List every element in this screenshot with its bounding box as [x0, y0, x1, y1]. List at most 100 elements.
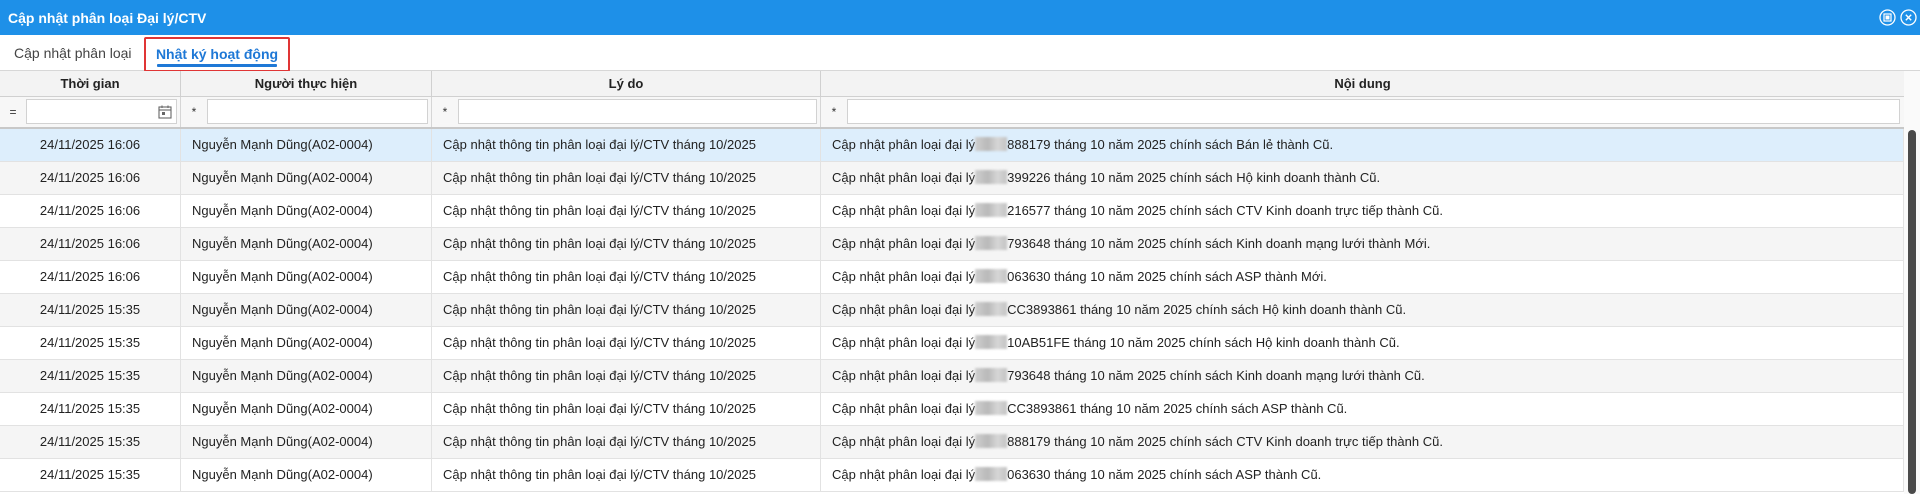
cell-reason: Cập nhật thông tin phân loại đại lý/CTV … — [432, 393, 821, 425]
tab-activity-log-label: Nhật ký hoạt động — [155, 46, 279, 62]
table-row[interactable]: 24/11/2025 15:35 Nguyễn Mạnh Dũng(A02-00… — [0, 360, 1904, 393]
cell-user: Nguyễn Mạnh Dũng(A02-0004) — [181, 327, 432, 359]
content-prefix: Cập nhật phân loại đại lý — [832, 269, 976, 284]
window-title: Cập nhật phân loại Đại lý/CTV — [8, 9, 207, 26]
cell-time: 24/11/2025 16:06 — [0, 195, 181, 227]
filter-operator-user[interactable]: * — [181, 97, 207, 127]
cell-content: Cập nhật phân loại đại lý 888179 tháng 10… — [821, 129, 1904, 161]
content-prefix: Cập nhật phân loại đại lý — [832, 401, 976, 416]
cell-reason: Cập nhật thông tin phân loại đại lý/CTV … — [432, 261, 821, 293]
cell-reason: Cập nhật thông tin phân loại đại lý/CTV … — [432, 360, 821, 392]
cell-content: Cập nhật phân loại đại lý 793648 tháng 10… — [821, 228, 1904, 260]
content-prefix: Cập nhật phân loại đại lý — [832, 203, 976, 218]
redacted-code — [975, 401, 1008, 415]
restore-window-icon[interactable] — [1879, 9, 1896, 26]
table-row[interactable]: 24/11/2025 15:35 Nguyễn Mạnh Dũng(A02-00… — [0, 426, 1904, 459]
table-row[interactable]: 24/11/2025 16:06 Nguyễn Mạnh Dũng(A02-00… — [0, 228, 1904, 261]
filter-input-user[interactable] — [207, 99, 428, 124]
cell-reason: Cập nhật thông tin phân loại đại lý/CTV … — [432, 426, 821, 458]
content-prefix: Cập nhật phân loại đại lý — [832, 137, 976, 152]
cell-reason: Cập nhật thông tin phân loại đại lý/CTV … — [432, 294, 821, 326]
redacted-code — [975, 170, 1008, 184]
filter-input-time[interactable] — [26, 99, 177, 124]
content-prefix: Cập nhật phân loại đại lý — [832, 170, 976, 185]
filter-input-content[interactable] — [847, 99, 1900, 124]
column-header-content[interactable]: Nội dung — [821, 71, 1904, 97]
table-row[interactable]: 24/11/2025 16:06 Nguyễn Mạnh Dũng(A02-00… — [0, 195, 1904, 228]
redacted-code — [975, 368, 1008, 382]
cell-user: Nguyễn Mạnh Dũng(A02-0004) — [181, 459, 432, 491]
close-icon[interactable] — [1900, 9, 1917, 26]
column-header-reason[interactable]: Lý do — [432, 71, 821, 97]
content-prefix: Cập nhật phân loại đại lý — [832, 302, 976, 317]
content-prefix: Cập nhật phân loại đại lý — [832, 434, 976, 449]
column-header-user[interactable]: Người thực hiện — [181, 71, 432, 97]
content-suffix: 888179 tháng 10 năm 2025 chính sách CTV … — [1007, 434, 1443, 449]
cell-user: Nguyễn Mạnh Dũng(A02-0004) — [181, 360, 432, 392]
table-row[interactable]: 24/11/2025 15:35 Nguyễn Mạnh Dũng(A02-00… — [0, 327, 1904, 360]
cell-content: Cập nhật phân loại đại lý CC3893861 tháng… — [821, 294, 1904, 326]
filter-input-reason[interactable] — [458, 99, 817, 124]
content-prefix: Cập nhật phân loại đại lý — [832, 335, 976, 350]
calendar-icon[interactable] — [158, 105, 172, 119]
cell-user: Nguyễn Mạnh Dũng(A02-0004) — [181, 129, 432, 161]
content-suffix: 793648 tháng 10 năm 2025 chính sách Kinh… — [1007, 236, 1431, 251]
tab-activity-log[interactable]: Nhật ký hoạt động — [144, 37, 290, 72]
cell-content: Cập nhật phân loại đại lý 888179 tháng 10… — [821, 426, 1904, 458]
grid-header: Thời gian Người thực hiện Lý do Nội dung — [0, 71, 1904, 97]
tab-update-classification[interactable]: Cập nhật phân loại — [14, 35, 132, 71]
content-suffix: 888179 tháng 10 năm 2025 chính sách Bán … — [1007, 137, 1334, 152]
cell-reason: Cập nhật thông tin phân loại đại lý/CTV … — [432, 195, 821, 227]
redacted-code — [975, 236, 1008, 250]
filter-cell-reason: * — [432, 97, 821, 127]
filter-cell-time: = — [0, 97, 181, 127]
cell-time: 24/11/2025 16:06 — [0, 162, 181, 194]
content-prefix: Cập nhật phân loại đại lý — [832, 236, 976, 251]
cell-time: 24/11/2025 15:35 — [0, 393, 181, 425]
cell-time: 24/11/2025 16:06 — [0, 129, 181, 161]
filter-operator-content[interactable]: * — [821, 97, 847, 127]
content-prefix: Cập nhật phân loại đại lý — [832, 467, 976, 482]
redacted-code — [975, 434, 1008, 448]
cell-time: 24/11/2025 15:35 — [0, 459, 181, 491]
cell-reason: Cập nhật thông tin phân loại đại lý/CTV … — [432, 459, 821, 491]
active-tab-indicator — [157, 64, 277, 67]
cell-reason: Cập nhật thông tin phân loại đại lý/CTV … — [432, 129, 821, 161]
cell-reason: Cập nhật thông tin phân loại đại lý/CTV … — [432, 162, 821, 194]
cell-time: 24/11/2025 15:35 — [0, 426, 181, 458]
redacted-code — [975, 137, 1008, 151]
table-row[interactable]: 24/11/2025 16:06 Nguyễn Mạnh Dũng(A02-00… — [0, 162, 1904, 195]
content-suffix: CC3893861 tháng 10 năm 2025 chính sách H… — [1007, 302, 1407, 317]
filter-operator-reason[interactable]: * — [432, 97, 458, 127]
content-suffix: CC3893861 tháng 10 năm 2025 chính sách A… — [1007, 401, 1348, 416]
cell-time: 24/11/2025 16:06 — [0, 261, 181, 293]
cell-user: Nguyễn Mạnh Dũng(A02-0004) — [181, 426, 432, 458]
cell-user: Nguyễn Mạnh Dũng(A02-0004) — [181, 195, 432, 227]
vertical-scrollbar[interactable] — [1904, 71, 1920, 494]
cell-time: 24/11/2025 15:35 — [0, 327, 181, 359]
content-suffix: 063630 tháng 10 năm 2025 chính sách ASP … — [1007, 269, 1327, 284]
cell-user: Nguyễn Mạnh Dũng(A02-0004) — [181, 261, 432, 293]
content-prefix: Cập nhật phân loại đại lý — [832, 368, 976, 383]
table-row[interactable]: 24/11/2025 15:35 Nguyễn Mạnh Dũng(A02-00… — [0, 294, 1904, 327]
column-header-time[interactable]: Thời gian — [0, 71, 181, 97]
grid-body: 24/11/2025 16:06 Nguyễn Mạnh Dũng(A02-00… — [0, 129, 1904, 492]
cell-content: Cập nhật phân loại đại lý 10AB51FE tháng … — [821, 327, 1904, 359]
content-suffix: 793648 tháng 10 năm 2025 chính sách Kinh… — [1007, 368, 1425, 383]
tab-bar: Cập nhật phân loại Nhật ký hoạt động — [0, 35, 1920, 72]
redacted-code — [975, 269, 1008, 283]
table-row[interactable]: 24/11/2025 15:35 Nguyễn Mạnh Dũng(A02-00… — [0, 459, 1904, 492]
content-suffix: 216577 tháng 10 năm 2025 chính sách CTV … — [1007, 203, 1443, 218]
filter-operator-time[interactable]: = — [0, 97, 26, 127]
table-row[interactable]: 24/11/2025 16:06 Nguyễn Mạnh Dũng(A02-00… — [0, 261, 1904, 294]
scrollbar-thumb[interactable] — [1908, 130, 1916, 494]
table-row[interactable]: 24/11/2025 16:06 Nguyễn Mạnh Dũng(A02-00… — [0, 129, 1904, 162]
cell-user: Nguyễn Mạnh Dũng(A02-0004) — [181, 162, 432, 194]
redacted-code — [975, 302, 1008, 316]
filter-row: = * * * — [0, 97, 1904, 129]
cell-time: 24/11/2025 16:06 — [0, 228, 181, 260]
cell-reason: Cập nhật thông tin phân loại đại lý/CTV … — [432, 228, 821, 260]
cell-content: Cập nhật phân loại đại lý 793648 tháng 10… — [821, 360, 1904, 392]
table-row[interactable]: 24/11/2025 15:35 Nguyễn Mạnh Dũng(A02-00… — [0, 393, 1904, 426]
cell-content: Cập nhật phân loại đại lý 399226 tháng 10… — [821, 162, 1904, 194]
